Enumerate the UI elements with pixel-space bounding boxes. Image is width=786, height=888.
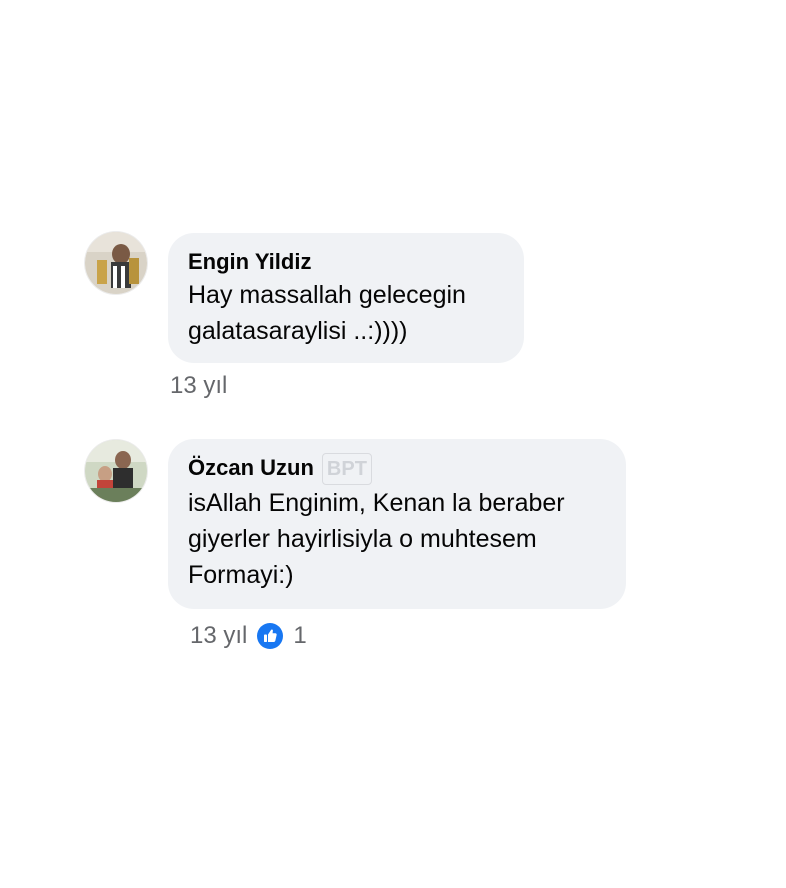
thumbs-up-icon[interactable] [257, 623, 284, 649]
comment-bubble: Özcan Uzun BPT isAllah Enginim, Kenan la … [168, 439, 626, 609]
comment-author: Özcan Uzun BPT [188, 453, 606, 486]
avatar-image [85, 232, 147, 294]
comment-meta: 13 yıl 1 [190, 622, 307, 650]
comment-timestamp[interactable]: 13 yıl [190, 622, 247, 650]
comment-author[interactable]: Engin Yildiz [188, 247, 504, 277]
comment-text: isAllah Enginim, Kenan la beraber giyerl… [188, 489, 565, 590]
watermark-logo: BPT [321, 453, 372, 486]
comment-bubble: Engin Yildiz Hay massallah gelecegin gal… [168, 233, 524, 363]
comment-timestamp[interactable]: 13 yıl [170, 372, 227, 400]
comment-meta: 13 yıl [170, 372, 227, 400]
avatar-image [85, 440, 147, 502]
like-count[interactable]: 1 [293, 622, 306, 650]
comment-text: Hay massallah gelecegin galatasaraylisi … [188, 281, 466, 345]
comment-author-name[interactable]: Özcan Uzun [188, 455, 314, 480]
avatar-ozcan-uzun[interactable] [85, 440, 147, 502]
avatar-engin-yildiz[interactable] [85, 232, 147, 294]
